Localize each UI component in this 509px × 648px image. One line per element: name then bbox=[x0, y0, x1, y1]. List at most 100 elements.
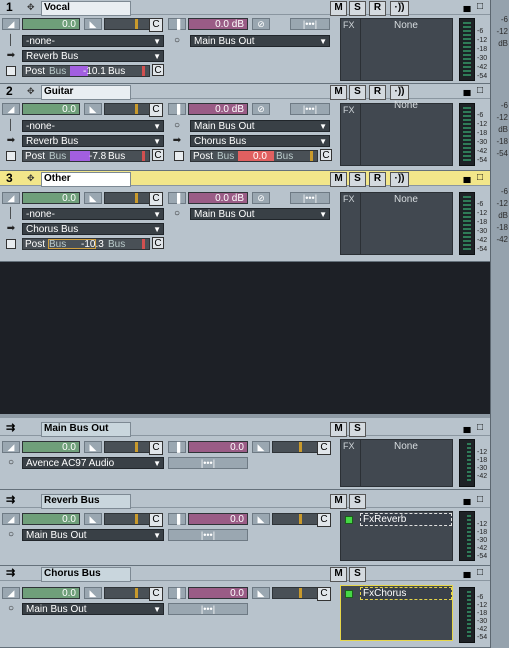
volume-fader[interactable]: 0.0 bbox=[22, 192, 80, 204]
output-device-select[interactable]: Avence AC97 Audio ▼ bbox=[22, 457, 164, 469]
volume-fader[interactable]: 0.0 bbox=[22, 513, 80, 525]
send-select[interactable]: Reverb Bus ▼ bbox=[22, 135, 164, 147]
solo-button[interactable]: S bbox=[349, 567, 366, 582]
input-select[interactable]: -none- ▼ bbox=[22, 35, 164, 47]
minimize-icon[interactable]: ▄ bbox=[462, 567, 472, 579]
output-volume-fader[interactable]: 0.0 dB bbox=[188, 18, 248, 30]
automation-icon[interactable]: |•••| bbox=[168, 603, 248, 615]
maximize-icon[interactable]: □ bbox=[475, 567, 485, 579]
pan-slider[interactable]: C bbox=[104, 441, 163, 455]
pan-slider[interactable]: C bbox=[104, 192, 163, 206]
bus-name-field[interactable]: Main Bus Out bbox=[41, 422, 131, 437]
send-pan-value[interactable]: C bbox=[152, 64, 164, 76]
maximize-icon[interactable]: □ bbox=[475, 1, 485, 13]
send2-level-fader[interactable]: Post Bus 0.0 Bus bbox=[190, 150, 318, 162]
plugin-enabled-led[interactable] bbox=[345, 590, 353, 598]
mute-button[interactable]: M bbox=[330, 85, 347, 100]
send-enable-checkbox[interactable] bbox=[6, 66, 16, 76]
input-monitor-button[interactable]: ·)̇) bbox=[390, 172, 409, 187]
output-pan-slider[interactable]: C bbox=[272, 587, 331, 601]
volume-fader[interactable]: 0.0 bbox=[22, 587, 80, 599]
fx-rack[interactable]: FX None bbox=[340, 192, 453, 255]
input-monitor-button[interactable]: ·)̇) bbox=[390, 85, 409, 100]
fx-rack[interactable]: FX None bbox=[340, 100, 453, 166]
automation-icon[interactable]: |•••| bbox=[168, 457, 248, 469]
mute-button[interactable]: M bbox=[330, 172, 347, 187]
pan-slider[interactable]: C bbox=[104, 587, 163, 601]
send-enable-checkbox[interactable] bbox=[6, 239, 16, 249]
solo-button[interactable]: S bbox=[349, 422, 366, 437]
automation-icon[interactable]: |•••| bbox=[290, 18, 330, 30]
bus-name-field[interactable]: Reverb Bus bbox=[41, 494, 131, 509]
mute-button[interactable]: M bbox=[330, 1, 347, 16]
volume-fader[interactable]: 0.0 bbox=[22, 103, 80, 115]
mute-button[interactable]: M bbox=[330, 567, 347, 582]
automation-icon[interactable]: |•••| bbox=[168, 529, 248, 541]
record-arm-button[interactable]: R bbox=[369, 85, 386, 100]
input-select[interactable]: -none- ▼ bbox=[22, 208, 164, 220]
minimize-icon[interactable]: ▄ bbox=[462, 494, 472, 506]
solo-button[interactable]: S bbox=[349, 85, 366, 100]
automation-icon[interactable]: |•••| bbox=[290, 192, 330, 204]
output-select[interactable]: Main Bus Out ▼ bbox=[190, 120, 330, 132]
fx-plugin-slot[interactable]: FxReverb bbox=[360, 513, 452, 526]
mute-button[interactable]: M bbox=[330, 494, 347, 509]
send-pan-value[interactable]: C bbox=[152, 237, 164, 249]
mute-button[interactable]: M bbox=[330, 422, 347, 437]
send-select[interactable]: Reverb Bus ▼ bbox=[22, 50, 164, 62]
phase-invert-icon[interactable]: ⊘ bbox=[252, 18, 270, 30]
solo-button[interactable]: S bbox=[349, 494, 366, 509]
track-name-field[interactable]: Vocal bbox=[41, 1, 131, 16]
input-select[interactable]: -none- ▼ bbox=[22, 120, 164, 132]
send-select[interactable]: Chorus Bus ▼ bbox=[22, 223, 164, 235]
output-volume-fader[interactable]: 0.0 bbox=[188, 513, 248, 525]
send-pan-value[interactable]: C bbox=[152, 149, 164, 161]
bus-name-field[interactable]: Chorus Bus bbox=[41, 567, 131, 582]
minimize-icon[interactable]: ▄ bbox=[462, 172, 472, 184]
send2-pan-value[interactable]: C bbox=[320, 149, 332, 161]
phase-invert-icon[interactable]: ⊘ bbox=[252, 192, 270, 204]
send2-enable-checkbox[interactable] bbox=[174, 151, 184, 161]
input-monitor-button[interactable]: ·)̇) bbox=[390, 1, 409, 16]
output-pan-slider[interactable]: C bbox=[272, 513, 331, 527]
send-enable-checkbox[interactable] bbox=[6, 151, 16, 161]
empty-track-area[interactable] bbox=[0, 262, 490, 418]
solo-button[interactable]: S bbox=[349, 172, 366, 187]
solo-button[interactable]: S bbox=[349, 1, 366, 16]
pan-slider[interactable]: C bbox=[104, 513, 163, 527]
output-select[interactable]: Main Bus Out ▼ bbox=[190, 35, 330, 47]
output-volume-fader[interactable]: 0.0 dB bbox=[188, 103, 248, 115]
minimize-icon[interactable]: ▄ bbox=[462, 85, 472, 97]
record-arm-button[interactable]: R bbox=[369, 172, 386, 187]
maximize-icon[interactable]: □ bbox=[475, 494, 485, 506]
phase-invert-icon[interactable]: ⊘ bbox=[252, 103, 270, 115]
fx-rack[interactable]: FxReverb bbox=[340, 511, 453, 561]
track-name-field[interactable]: Guitar bbox=[41, 85, 131, 100]
output-pan-slider[interactable]: C bbox=[272, 441, 331, 455]
send2-select[interactable]: Chorus Bus ▼ bbox=[190, 135, 330, 147]
minimize-icon[interactable]: ▄ bbox=[462, 1, 472, 13]
output-volume-fader[interactable]: 0.0 dB bbox=[188, 192, 248, 204]
maximize-icon[interactable]: □ bbox=[475, 85, 485, 97]
pan-slider[interactable]: C bbox=[104, 18, 163, 32]
output-select[interactable]: Main Bus Out ▼ bbox=[190, 208, 330, 220]
volume-fader[interactable]: 0.0 bbox=[22, 441, 80, 453]
maximize-icon[interactable]: □ bbox=[475, 422, 485, 434]
track-name-field[interactable]: Other bbox=[41, 172, 131, 187]
fx-rack-selected[interactable]: FxChorus bbox=[340, 585, 453, 641]
output-volume-fader[interactable]: 0.0 bbox=[188, 441, 248, 453]
send-level-fader[interactable]: Post Bus -7.8 Bus bbox=[22, 150, 150, 162]
fx-rack[interactable]: FX None bbox=[340, 439, 453, 487]
output-select[interactable]: Main Bus Out ▼ bbox=[22, 529, 164, 541]
fx-plugin-slot[interactable]: FxChorus bbox=[360, 587, 452, 600]
output-volume-fader[interactable]: 0.0 bbox=[188, 587, 248, 599]
fx-rack[interactable]: FX None bbox=[340, 18, 453, 81]
pan-slider[interactable]: C bbox=[104, 103, 163, 117]
record-arm-button[interactable]: R bbox=[369, 1, 386, 16]
maximize-icon[interactable]: □ bbox=[475, 172, 485, 184]
vertical-scrollbar[interactable]: -6 -12 dB -6 -12 dB -18 -54 -6 -12 dB -1… bbox=[490, 0, 509, 648]
output-select[interactable]: Main Bus Out ▼ bbox=[22, 603, 164, 615]
volume-fader[interactable]: 0.0 bbox=[22, 18, 80, 30]
automation-icon[interactable]: |•••| bbox=[290, 103, 330, 115]
send-level-fader[interactable]: Post Bus -10.3 Bus bbox=[22, 238, 150, 250]
